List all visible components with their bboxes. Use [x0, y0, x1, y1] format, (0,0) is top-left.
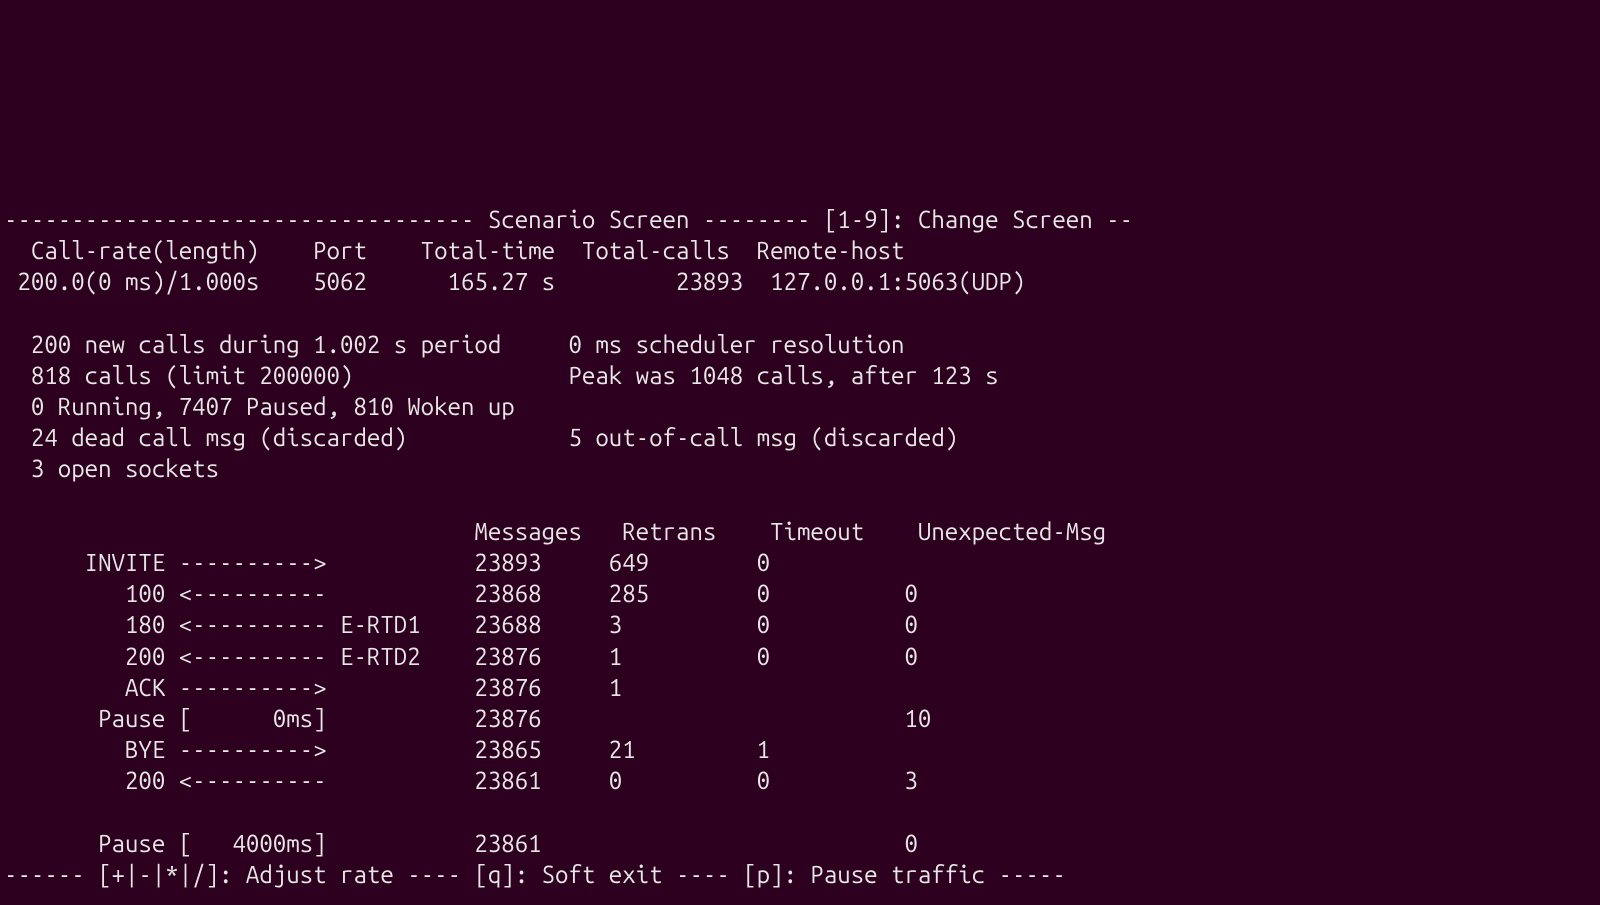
- period-sockets: 3 open sockets: [4, 455, 219, 482]
- scenario-row: BYE ----------> 23865 21 1: [4, 736, 904, 763]
- scenario-row: 100 <---------- 23868 285 0 0: [4, 580, 918, 607]
- scenario-row: INVITE ----------> 23893 649 0: [4, 549, 904, 576]
- period-running: 0 Running, 7407 Paused, 810 Woken up: [4, 393, 515, 420]
- period-dead-msg: 24 dead call msg (discarded) 5 out-of-ca…: [4, 424, 958, 451]
- footer-hints: ------ [+|-|*|/]: Adjust rate ---- [q]: …: [4, 861, 1066, 888]
- scenario-row: Pause [ 0ms] 23876 10: [4, 705, 931, 732]
- period-calls-limit: 818 calls (limit 200000) Peak was 1048 c…: [4, 362, 999, 389]
- header-line: ----------------------------------- Scen…: [4, 206, 1133, 233]
- period-new-calls: 200 new calls during 1.002 s period 0 ms…: [4, 331, 904, 358]
- scenario-row: Pause [ 4000ms] 23861 0: [4, 830, 918, 857]
- blank-line: [4, 799, 17, 826]
- blank-line: [4, 300, 17, 327]
- scenario-row: ACK ----------> 23876 1: [4, 674, 904, 701]
- scenario-header: Messages Retrans Timeout Unexpected-Msg: [4, 518, 1106, 545]
- terminal-output: ----------------------------------- Scen…: [0, 156, 1600, 905]
- blank-line: [4, 892, 17, 905]
- scenario-row: 200 <---------- 23861 0 0 3: [4, 767, 918, 794]
- scenario-row: 200 <---------- E-RTD2 23876 1 0 0: [4, 643, 918, 670]
- blank-line: [4, 487, 17, 514]
- scenario-row: 180 <---------- E-RTD1 23688 3 0 0: [4, 611, 918, 638]
- stats-header-values: 200.0(0 ms)/1.000s 5062 165.27 s 23893 1…: [4, 268, 1025, 295]
- stats-header-labels: Call-rate(length) Port Total-time Total-…: [4, 237, 904, 264]
